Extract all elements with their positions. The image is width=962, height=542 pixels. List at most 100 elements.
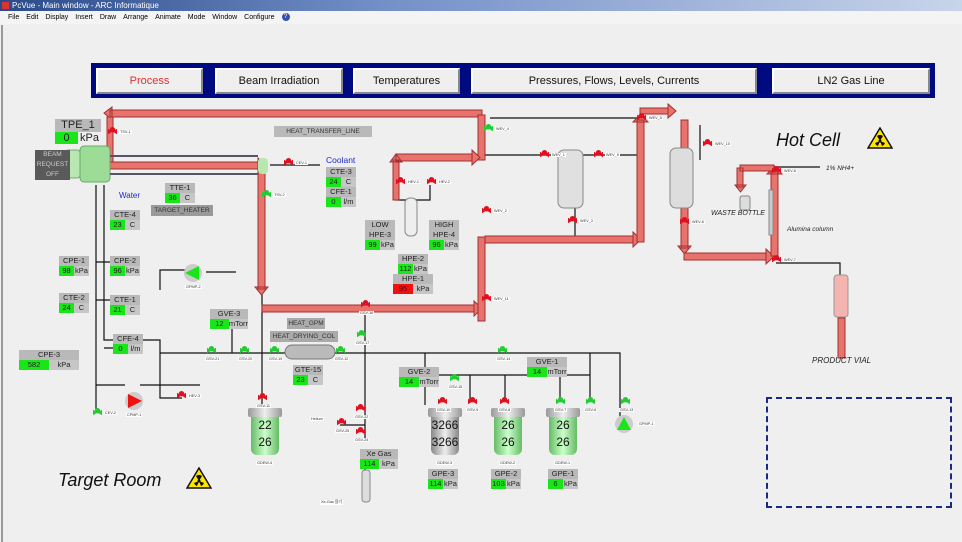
valve-gsv-21-icon[interactable] [207,346,216,355]
valve-label: GSV-13 [619,408,635,412]
valve-wev_9-icon[interactable] [594,150,603,159]
valve-wev_10-icon[interactable] [703,139,712,148]
readout-gpe-2: GPE-2 103 kPa [491,469,521,489]
valve-gsv-6-icon[interactable] [586,397,595,406]
pump-gpmp-1-icon[interactable] [614,414,634,434]
readout-value-row: 95 kPa [393,284,433,294]
pump-gpmp-2-icon[interactable] [183,263,203,283]
valve-hev-3-icon[interactable] [177,391,186,400]
radiation-warning-icon [867,127,893,149]
valve-hev-2-icon[interactable] [427,177,436,186]
valve-label: GSV-9 [466,408,480,412]
readout-value-row: 23 C [110,220,140,230]
valve-cev-1-icon[interactable] [284,158,293,167]
pump-cpmp-1-icon[interactable] [124,391,144,411]
readout-value: 24 [59,303,74,313]
nh4-label: 1% NH4+ [826,165,854,172]
valve-gsv-12-icon[interactable] [336,346,345,355]
readout-tpe-1: TPE_1 0 kPa [55,119,101,144]
tank-value-bottom: 3266 [431,435,459,449]
valve-gsv-25-icon[interactable] [337,418,346,427]
readout-value: 36 [165,193,180,203]
valve-gsv-24-icon[interactable] [356,427,365,436]
valve-hev-1-icon[interactable] [396,177,405,186]
valve-gsv-13-icon[interactable] [621,397,630,406]
readout-unit: kPa [379,459,398,469]
readout-value-row: 0 l/m [113,344,143,354]
readout-value-row: 114 kPa [360,459,398,469]
valve-label: GSV-14 [496,357,512,361]
readout-cpe-3: CPE-3 582 kPa [19,350,79,370]
valve-label: HEV-2 [438,180,451,184]
readout-cte-1: CTE-1 21 C [110,295,140,315]
valve-wev-7-icon[interactable] [772,255,781,264]
valve-label: WEV_5 [648,116,663,120]
tank-gdew-4: 22 26 [248,408,282,456]
readout-hpe-4: HPE-4 96 kPa [429,230,459,250]
valve-gsv-9-icon[interactable] [468,397,477,406]
valve-gsv-17-icon[interactable] [357,330,366,339]
product-vial-label: PRODUCT VIAL [812,356,872,365]
readout-value: 24 [326,177,341,187]
valve-cev-2-icon[interactable] [93,408,102,417]
valve-gsv-16-icon[interactable] [361,300,370,309]
readout-unit: kPa [563,479,578,489]
valve-label: GSV-19 [268,357,284,361]
readout-cpe-2: CPE-2 96 kPa [110,256,140,276]
valve-gsv-20-icon[interactable] [240,346,249,355]
valve-label: WEV_2 [493,209,508,213]
readout-value: 23 [293,375,308,385]
readout-value-row: 582 kPa [19,360,79,370]
valve-gsv-22-icon[interactable] [356,404,365,413]
valve-wev_5-icon[interactable] [637,113,646,122]
valve-label: GSV-20 [238,357,254,361]
valve-gsv-14-icon[interactable] [498,346,507,355]
readout-value: 98 [59,266,74,276]
valve-label: GSV-25 [335,429,351,433]
valve-gsv-7-icon[interactable] [556,397,565,406]
readout-value: 21 [110,305,125,315]
valve-gsv-8-icon[interactable] [500,397,509,406]
readout-label: GPE-1 [548,469,578,479]
valve-label: GSV-10 [436,408,452,412]
target-room-title: Target Room [58,470,162,490]
valve-tsv-1-icon[interactable] [108,127,117,136]
readout-gve-2: GVE-2 14 mTorr [399,367,439,387]
valve-wev-6-icon[interactable] [680,217,689,226]
readout-label: TTE-1 [165,183,195,193]
readout-value-row: 24 C [59,303,89,313]
valve-wev_11-icon[interactable] [482,294,491,303]
readout-unit: kPa [80,132,99,144]
readout-value: 6 [548,479,563,489]
pump-label: CPMP-1 [126,413,143,417]
valve-wev_2-icon[interactable] [482,206,491,215]
valve-label: TSV-2 [273,193,286,197]
valve-gsv-10-icon[interactable] [438,397,447,406]
waste-bottle-label: WASTE BOTTLE [711,210,765,217]
valve-wev_3-icon[interactable] [568,216,577,225]
beam-request-indicator[interactable]: BEAM REQUEST OFF [35,150,70,180]
readout-value: 99 [365,240,380,250]
valve-label: GSV-22 [354,415,370,419]
valve-gsv-19-icon[interactable] [270,346,279,355]
readout-value: 0 [113,344,128,354]
valve-label: GSV-11 [256,404,272,408]
valve-wev_4-icon[interactable] [484,124,493,133]
readout-value-row: 14 mTorr [527,367,567,377]
readout-value: 0 [326,197,341,207]
tank-value-bottom: 26 [501,435,515,449]
readout-unit: mTorr [547,367,567,377]
valve-gsv-11-icon[interactable] [258,393,267,402]
readout-label: TPE_1 [55,119,101,132]
readout-label: HPE-2 [398,254,428,264]
valve-tsv-2-icon[interactable] [262,190,271,199]
valve-label: TSV-1 [119,130,132,134]
valve-wev_1-icon[interactable] [540,150,549,159]
valve-gsv-15-icon[interactable] [450,374,459,383]
pump-label: GPMP-1 [638,422,655,426]
valve-wev-8-icon[interactable] [772,166,781,175]
pump-label: GPMP-2 [185,285,202,289]
readout-gve-1: GVE-1 14 mTorr [527,357,567,377]
readout-value-row: 99 kPa [365,240,395,250]
valve-label: WEV_4 [495,127,510,131]
